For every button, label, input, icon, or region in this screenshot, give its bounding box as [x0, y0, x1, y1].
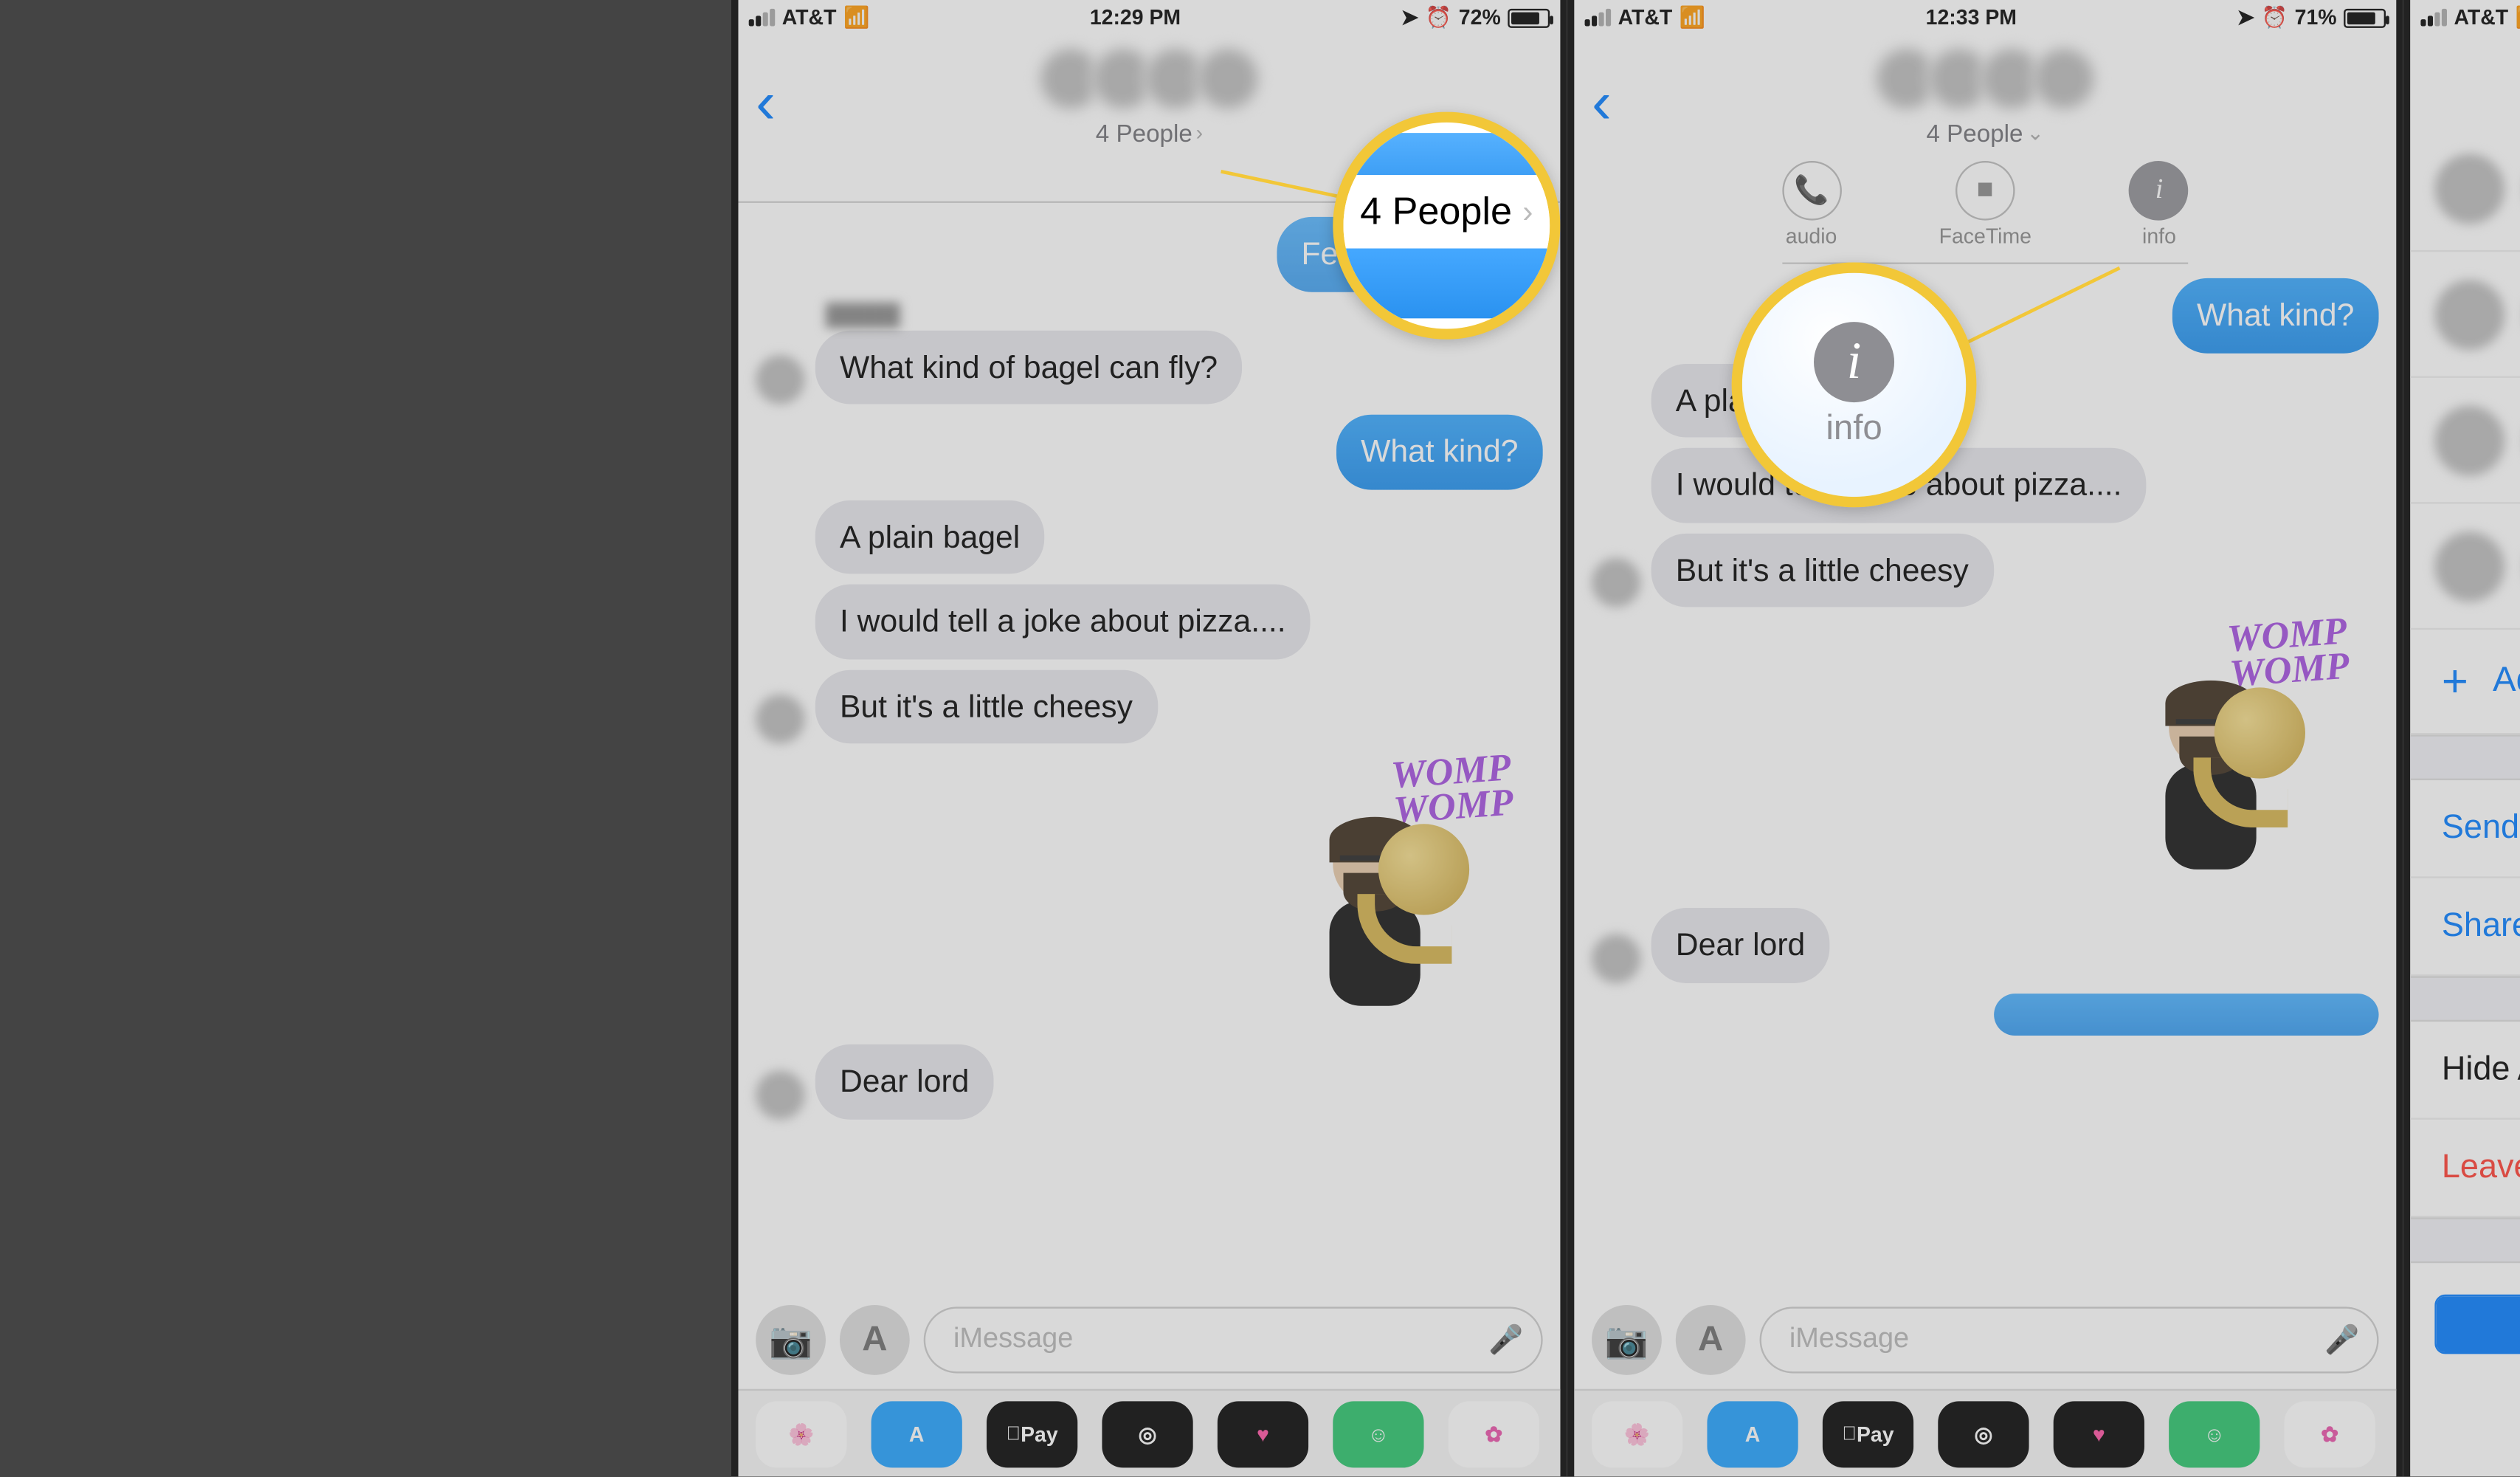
appstore-button[interactable]: A [839, 1305, 909, 1375]
chevron-right-icon: › [1195, 121, 1202, 145]
zoom-people: 4 People› [1333, 112, 1560, 340]
nav-header: ‹ 4 People ⌄ 📞audio ■FaceTime iinfo [1574, 35, 2396, 264]
wifi-icon: 📶 [1679, 5, 1705, 30]
msg: What kind? [2172, 278, 2378, 353]
seg-images[interactable]: Images [2436, 1296, 2520, 1352]
sticker-text: WOMP WOMP [1389, 750, 1513, 827]
battery-pct: 72% [1458, 5, 1500, 30]
group-avatars[interactable] [1037, 46, 1260, 112]
carrier: AT&T [781, 5, 836, 30]
wifi-icon: 📶 [843, 5, 869, 30]
wifi-icon: 📶 [2515, 5, 2520, 30]
contact-row[interactable]: 📹 💬 📞 › [2410, 252, 2520, 378]
message-list: Feel free to say █████ What kind of bage… [738, 203, 1560, 1119]
apple-pay: Pay [1021, 1422, 1058, 1446]
plus-icon: + [2441, 654, 2468, 708]
clock: 12:29 PM [1089, 5, 1180, 30]
carrier: AT&T [2454, 5, 2508, 30]
location-icon: ➤ [2237, 5, 2254, 30]
details-header: Details Done [2410, 35, 2520, 125]
status-bar: AT&T 📶 12:28 PM ➤ ⏰ 73% [2410, 0, 2520, 35]
alarm-icon: ⏰ [2261, 5, 2287, 30]
panel-3-details: AT&T 📶 12:28 PM ➤ ⏰ 73% Details Done 📹 💬… [2403, 0, 2520, 1476]
leave-conversation-row[interactable]: Leave this Conversation [2410, 1120, 2520, 1218]
add-contact-label: Add Contact [2493, 661, 2520, 702]
womp-sticker: WOMP WOMP [2099, 618, 2378, 898]
msg: Dear lord [1651, 908, 1829, 982]
people-count: 4 People [1095, 119, 1192, 147]
battery-pct: 71% [2294, 5, 2336, 30]
back-button[interactable]: ‹ [756, 70, 776, 138]
audio-label: audio [1785, 224, 1837, 248]
message-input[interactable]: iMessage 🎤 [923, 1306, 1542, 1373]
send-location-row[interactable]: Send My Current Location [2410, 780, 2520, 878]
share-location-row[interactable]: Share My Location [2410, 878, 2520, 977]
placeholder: iMessage [953, 1324, 1072, 1356]
panel-2-messages-expanded: AT&T 📶 12:33 PM ➤ ⏰ 71% ‹ 4 People ⌄ 📞au… [1567, 0, 2403, 1476]
status-bar: AT&T 📶 12:33 PM ➤ ⏰ 71% [1574, 0, 2396, 35]
signal-icon [748, 9, 775, 27]
message-list: What kind? A plain bagel I would tell a … [1574, 264, 2396, 1035]
msg: But it's a little cheesy [815, 669, 1156, 744]
apple-pay: Pay [1856, 1422, 1894, 1446]
facetime-action[interactable]: ■FaceTime [1939, 161, 2031, 248]
battery-icon [1508, 8, 1550, 27]
panel-1-messages: AT&T 📶 12:29 PM ➤ ⏰ 72% ‹ 4 People › Fee… [731, 0, 1567, 1476]
msg: A plain bagel [815, 500, 1044, 574]
compose-bar: 📷 A iMessage 🎤 [1574, 1298, 2396, 1383]
msg: What kind? [1336, 415, 1542, 489]
chevron-down-icon: ⌄ [2026, 121, 2044, 145]
info-icon: i [1814, 321, 1894, 402]
leave-label: Leave this Conversation [2441, 1149, 2520, 1187]
header-subtitle[interactable]: 4 People › [1095, 119, 1202, 147]
camera-button[interactable]: 📷 [756, 1305, 826, 1375]
app-strip[interactable]: 🌸 A Pay ◎ ♥ ☺ ✿ [738, 1389, 1560, 1477]
msg: Dear lord [815, 1044, 993, 1119]
msg: What kind of bagel can fly? [815, 330, 1242, 404]
hide-alerts-row: Hide Alerts [2410, 1022, 2520, 1120]
contact-row[interactable]: 📹 💬 📞 › [2410, 126, 2520, 252]
info-action[interactable]: iinfo [2129, 161, 2189, 248]
signal-icon [2420, 9, 2447, 27]
mic-icon[interactable]: 🎤 [2324, 1323, 2359, 1357]
facetime-label: FaceTime [1939, 224, 2031, 248]
clock: 12:33 PM [1925, 5, 2016, 30]
mic-icon[interactable]: 🎤 [1488, 1323, 1523, 1357]
sticker-text: WOMP WOMP [2225, 613, 2349, 691]
app-strip[interactable]: 🌸 A Pay ◎ ♥ ☺ ✿ [1574, 1389, 2396, 1477]
status-bar: AT&T 📶 12:29 PM ➤ ⏰ 72% [738, 0, 1560, 35]
msg: But it's a little cheesy [1651, 533, 1992, 607]
back-button[interactable]: ‹ [1592, 70, 1612, 138]
add-contact-row[interactable]: + Add Contact [2410, 630, 2520, 734]
contact-row[interactable]: 📹 💬 📞 › [2410, 504, 2520, 630]
share-location-label: Share My Location [2441, 907, 2520, 946]
msg: I would tell a joke about pizza.... [815, 585, 1310, 659]
alarm-icon: ⏰ [1425, 5, 1451, 30]
zoom-label: 4 People [1360, 189, 1512, 235]
zoom-info: i info [1731, 262, 1976, 507]
location-icon: ➤ [1401, 5, 1418, 30]
message-input[interactable]: iMessage 🎤 [1759, 1306, 2378, 1373]
signal-icon [1584, 9, 1611, 27]
send-location-label: Send My Current Location [2441, 809, 2520, 847]
womp-sticker: WOMP WOMP [1263, 754, 1542, 1033]
header-subtitle[interactable]: 4 People ⌄ [1926, 119, 2044, 147]
appstore-button[interactable]: A [1675, 1305, 1745, 1375]
people-count: 4 People [1926, 119, 2023, 147]
zoom-label: info [1826, 408, 1882, 449]
group-avatars[interactable] [1873, 46, 2096, 112]
info-label: info [2142, 224, 2176, 248]
camera-button[interactable]: 📷 [1592, 1305, 1662, 1375]
carrier: AT&T [1618, 5, 1672, 30]
audio-action[interactable]: 📞audio [1781, 161, 1841, 248]
contact-row[interactable]: 📹 💬 📞 › [2410, 378, 2520, 504]
compose-bar: 📷 A iMessage 🎤 [738, 1298, 1560, 1383]
placeholder: iMessage [1789, 1324, 1908, 1356]
battery-icon [2344, 8, 2386, 27]
contacts-list: 📹 💬 📞 › 📹 💬 📞 › 📹 💬 📞 › 📹 💬 📞 › [2410, 126, 2520, 630]
header-actions: 📞audio ■FaceTime iinfo [1781, 161, 2189, 264]
segmented-control[interactable]: Images Attachments [2434, 1295, 2520, 1354]
hide-alerts-label: Hide Alerts [2441, 1050, 2520, 1089]
